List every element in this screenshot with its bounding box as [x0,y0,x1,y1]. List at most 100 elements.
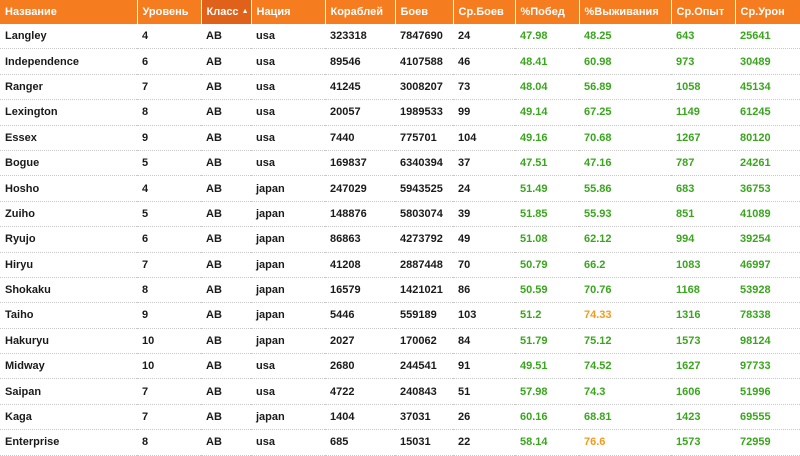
cell-name: Taiho [0,302,137,329]
cell-avg-damage: 45134 [735,74,800,101]
cell-survival-rate: 75.12 [579,328,671,355]
column-header-survival-rate[interactable]: %Выживания [579,0,672,24]
column-header-win-rate[interactable]: %Побед [515,0,580,24]
column-header-label: Название [5,6,57,18]
cell-win-rate: 47.98 [515,24,579,50]
cell-battles: 240843 [395,378,453,405]
column-header-tier[interactable]: Уровень [137,0,202,24]
cell-avg-damage: 25641 [735,24,800,50]
cell-name: Independence [0,48,137,75]
cell-win-rate: 48.41 [515,48,579,75]
column-header-battles[interactable]: Боев [395,0,454,24]
cell-battles: 7847690 [395,24,453,50]
cell-battles: 1421021 [395,277,453,304]
column-header-class[interactable]: Класс ▲ [201,0,252,24]
cell-nation: japan [251,175,325,202]
column-header-label: Кораблей [330,6,384,18]
cell-class: AB [201,74,251,101]
table-row: Bogue 5 AB usa 169837 6340394 37 47.51 47.16 787 2… [0,150,800,177]
cell-survival-rate: 47.16 [579,150,671,177]
column-header-nation[interactable]: Нация [251,0,326,24]
table-row: Enterprise 8 AB usa 685 15031 22 58.14 76.6 1573 7… [0,429,800,456]
cell-class: AB [201,48,251,75]
cell-class: AB [201,226,251,253]
cell-survival-rate: 68.81 [579,404,671,431]
cell-ships: 148876 [325,201,395,228]
cell-name: Essex [0,125,137,151]
column-header-label: Класс [206,6,239,18]
header-row: Название Уровень Класс ▲ Нация Кораблей Боев Ср… [0,0,800,24]
cell-win-rate: 49.16 [515,125,579,151]
column-header-avg-damage[interactable]: Ср.Урон [735,0,800,24]
cell-avg-damage: 78338 [735,302,800,329]
column-header-avg-battles[interactable]: Ср.Боев [453,0,516,24]
column-header-label: Уровень [142,6,189,18]
table-row: Langley 4 AB usa 323318 7847690 24 47.98 48.25 64… [0,24,800,50]
cell-win-rate: 47.51 [515,150,579,177]
cell-tier: 10 [137,328,201,355]
cell-name: Zuiho [0,201,137,228]
cell-survival-rate: 67.25 [579,99,671,126]
cell-tier: 7 [137,252,201,278]
cell-avg-battles: 37 [453,150,515,177]
cell-tier: 4 [137,24,201,50]
cell-survival-rate: 48.25 [579,24,671,50]
table-row: Zuiho 5 AB japan 148876 5803074 39 51.85 55.93 85… [0,201,800,228]
cell-tier: 4 [137,175,201,202]
cell-avg-battles: 49 [453,226,515,253]
table-header: Название Уровень Класс ▲ Нация Кораблей Боев Ср… [0,0,800,24]
cell-survival-rate: 74.3 [579,378,671,405]
cell-nation: usa [251,99,325,126]
cell-avg-exp: 1606 [671,378,735,405]
cell-class: AB [201,24,251,50]
cell-avg-exp: 643 [671,24,735,50]
table-row: Essex 9 AB usa 7440 775701 104 49.16 70.68 1267 80… [0,125,800,151]
cell-avg-battles: 24 [453,175,515,202]
cell-avg-exp: 1573 [671,328,735,355]
cell-tier: 10 [137,353,201,380]
cell-name: Saipan [0,378,137,405]
stats-table: Название Уровень Класс ▲ Нация Кораблей Боев Ср… [0,0,800,456]
column-header-ships[interactable]: Кораблей [325,0,396,24]
cell-survival-rate: 74.52 [579,353,671,380]
cell-tier: 6 [137,226,201,253]
cell-nation: japan [251,328,325,355]
cell-avg-exp: 1149 [671,99,735,126]
cell-nation: japan [251,302,325,329]
column-header-name[interactable]: Название [0,0,138,24]
cell-battles: 6340394 [395,150,453,177]
cell-nation: usa [251,74,325,101]
cell-name: Enterprise [0,429,137,456]
cell-class: AB [201,302,251,329]
table-row: Hosho 4 AB japan 247029 5943525 24 51.49 55.86 68… [0,175,800,202]
table-row: Hakuryu 10 AB japan 2027 170062 84 51.79 75.12 15… [0,328,800,355]
cell-win-rate: 51.79 [515,328,579,355]
cell-avg-exp: 973 [671,48,735,75]
table-row: Taiho 9 AB japan 5446 559189 103 51.2 74.33 1316 7… [0,302,800,329]
cell-ships: 41208 [325,252,395,278]
cell-survival-rate: 56.89 [579,74,671,101]
cell-nation: japan [251,404,325,431]
cell-avg-exp: 1573 [671,429,735,456]
cell-win-rate: 58.14 [515,429,579,456]
cell-avg-exp: 1058 [671,74,735,101]
table-row: Kaga 7 AB japan 1404 37031 26 60.16 68.81 1423 695… [0,404,800,431]
cell-battles: 15031 [395,429,453,456]
cell-battles: 244541 [395,353,453,380]
table-row: Independence 6 AB usa 89546 4107588 46 48.41 60.… [0,48,800,75]
cell-name: Kaga [0,404,137,431]
cell-win-rate: 50.59 [515,277,579,304]
column-header-avg-exp[interactable]: Ср.Опыт [671,0,736,24]
cell-survival-rate: 55.86 [579,175,671,202]
table-row: Lexington 8 AB usa 20057 1989533 99 49.14 67.25 1… [0,99,800,126]
cell-avg-battles: 22 [453,429,515,456]
cell-class: AB [201,353,251,380]
cell-win-rate: 51.49 [515,175,579,202]
cell-battles: 3008207 [395,74,453,101]
cell-ships: 247029 [325,175,395,202]
cell-survival-rate: 66.2 [579,252,671,278]
cell-battles: 1989533 [395,99,453,126]
cell-name: Ranger [0,74,137,101]
cell-name: Bogue [0,150,137,177]
cell-avg-exp: 1267 [671,125,735,151]
